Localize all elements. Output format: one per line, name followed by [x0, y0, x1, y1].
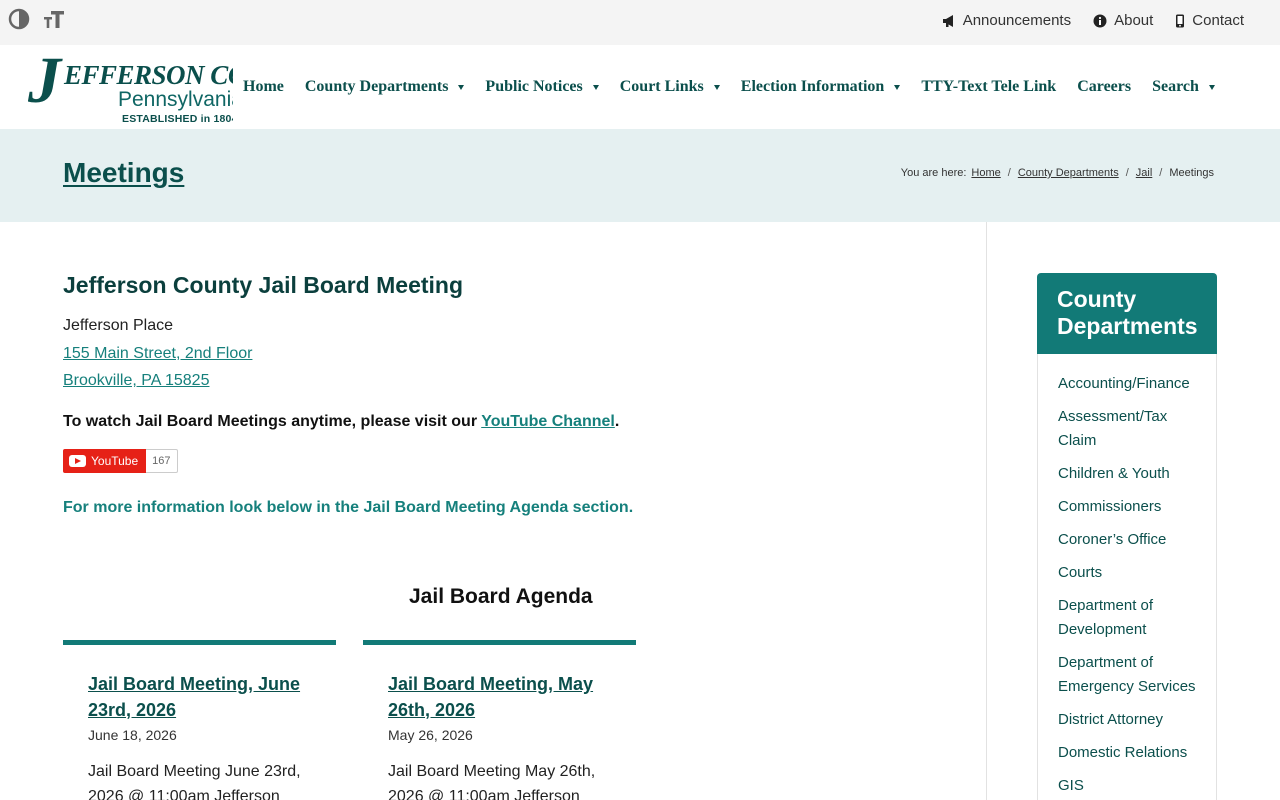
youtube-channel-link[interactable]: YouTube Channel — [481, 413, 615, 430]
megaphone-icon — [942, 14, 953, 27]
sidebar-item-gis[interactable]: GIS — [1058, 774, 1208, 798]
nav-item-court-links[interactable]: Court Links — [620, 78, 720, 96]
breadcrumb-prefix: You are here: — [900, 167, 967, 179]
watch-text: To watch Jail Board Meetings anytime, pl… — [63, 413, 619, 431]
caret-down-icon — [1208, 84, 1215, 90]
nav-item-county-departments[interactable]: County Departments — [305, 78, 465, 96]
logo-established: ESTABLISHED in 1804 — [122, 113, 233, 125]
caret-down-icon — [894, 84, 901, 90]
county-logo[interactable]: J EFFERSON CO Pennsylvania ESTABLISHED i… — [28, 52, 233, 125]
text-size-icon[interactable] — [41, 6, 67, 32]
phone-icon — [1176, 14, 1185, 27]
breadcrumb-current: Meetings — [1169, 167, 1214, 179]
caret-down-icon — [592, 84, 599, 90]
breadcrumb-home[interactable]: Home — [971, 167, 1000, 179]
caret-down-icon — [458, 84, 465, 90]
meeting-heading: Jefferson County Jail Board Meeting — [63, 272, 464, 298]
agenda-title: Jail Board Agenda — [409, 585, 593, 608]
sidebar-divider — [986, 222, 987, 800]
nav-label: Election Information — [740, 78, 885, 95]
sidebar-item-department-of-emergency-services[interactable]: Department of Emergency Services — [1058, 651, 1208, 699]
logo-name: EFFERSON CO — [64, 60, 233, 90]
breadcrumb-county-departments[interactable]: County Departments — [1018, 167, 1119, 179]
nav-label: Home — [243, 78, 284, 95]
agenda-card-excerpt: Jail Board Meeting May 26th, 2026 @ 11:0… — [388, 763, 596, 800]
contact-link[interactable]: Contact — [1175, 12, 1244, 29]
sidebar-item-accounting-finance[interactable]: Accounting/Finance — [1058, 372, 1208, 396]
page-title[interactable]: Meetings — [63, 157, 184, 189]
nav-label: TTY-Text Tele Link — [921, 78, 1057, 95]
sidebar-item-children-youth[interactable]: Children & Youth — [1058, 462, 1208, 486]
agenda-card-excerpt: Jail Board Meeting June 23rd, 2026 @ 11:… — [88, 763, 301, 800]
sidebar-title: County Departments — [1057, 286, 1198, 339]
contact-label: Contact — [1192, 12, 1244, 29]
main-nav: Home County Departments Public Notices C… — [243, 78, 1236, 96]
address-city-link[interactable]: Brookville, PA 15825 — [63, 372, 209, 390]
youtube-play-icon — [69, 455, 86, 467]
agenda-card: Jail Board Meeting, May 26th, 2026 May 2… — [363, 640, 636, 800]
nav-item-tty-text-tele-link[interactable]: TTY-Text Tele Link — [921, 78, 1056, 96]
nav-label: Public Notices — [485, 78, 583, 95]
sidebar-item-district-attorney[interactable]: District Attorney — [1058, 708, 1208, 732]
site-header: J EFFERSON CO Pennsylvania ESTABLISHED i… — [0, 45, 1280, 129]
youtube-button-label: YouTube — [91, 454, 139, 468]
sidebar-item-coroners-office[interactable]: Coroner’s Office — [1058, 528, 1208, 552]
page-title-band: Meetings You are here: Home / County Dep… — [0, 129, 1280, 222]
address-place: Jefferson Place — [63, 317, 173, 334]
nav-label: County Departments — [304, 78, 449, 95]
announcements-link[interactable]: Announcements — [942, 12, 1071, 29]
sidebar-item-courts[interactable]: Courts — [1058, 561, 1208, 585]
utility-bar: Announcements About Contact — [0, 0, 1280, 45]
watch-text-end: . — [614, 413, 620, 430]
sidebar-item-assessment-tax-claim[interactable]: Assessment/Tax Claim — [1058, 405, 1208, 453]
sidebar-department-list: Accounting/Finance Assessment/Tax Claim … — [1037, 354, 1217, 800]
nav-item-election-information[interactable]: Election Information — [741, 78, 901, 96]
youtube-button-label-area: YouTube — [63, 449, 147, 473]
contrast-toggle-icon[interactable] — [6, 6, 32, 32]
nav-label: Careers — [1077, 78, 1132, 95]
breadcrumb: You are here: Home / County Departments … — [901, 167, 1214, 179]
utility-links: Announcements About Contact — [942, 12, 1244, 29]
logo-state: Pennsylvania — [118, 88, 233, 111]
info-icon — [1093, 14, 1107, 27]
watch-text-body: To watch Jail Board Meetings anytime, pl… — [63, 413, 478, 430]
about-label: About — [1114, 12, 1154, 29]
breadcrumb-separator: / — [1159, 167, 1163, 179]
sidebar-item-commissioners[interactable]: Commissioners — [1058, 495, 1208, 519]
nav-item-public-notices[interactable]: Public Notices — [485, 78, 599, 96]
breadcrumb-separator: / — [1125, 167, 1129, 179]
announcements-label: Announcements — [962, 12, 1072, 29]
breadcrumb-separator: / — [1007, 167, 1011, 179]
nav-label: Court Links — [619, 78, 704, 95]
youtube-subscribe-button[interactable]: YouTube 167 — [63, 449, 178, 473]
agenda-card-date: June 18, 2026 — [88, 727, 177, 743]
agenda-card-title-link[interactable]: Jail Board Meeting, May 26th, 2026 — [388, 671, 618, 723]
about-link[interactable]: About — [1093, 12, 1153, 29]
breadcrumb-jail[interactable]: Jail — [1136, 167, 1153, 179]
nav-item-search[interactable]: Search — [1152, 78, 1215, 96]
nav-item-home[interactable]: Home — [243, 78, 284, 96]
agenda-card: Jail Board Meeting, June 23rd, 2026 June… — [63, 640, 336, 800]
main-content: Jefferson County Jail Board Meeting Jeff… — [63, 222, 953, 800]
youtube-subscriber-count: 167 — [146, 449, 178, 473]
caret-down-icon — [713, 84, 720, 90]
logo-initial: J — [28, 52, 61, 117]
sidebar-header: County Departments — [1037, 273, 1217, 354]
more-info-text: For more information look below in the J… — [63, 499, 634, 516]
agenda-card-date: May 26, 2026 — [388, 727, 473, 743]
sidebar-item-department-of-development[interactable]: Department of Development — [1058, 594, 1208, 642]
agenda-card-title-link[interactable]: Jail Board Meeting, June 23rd, 2026 — [88, 671, 318, 723]
sidebar-item-domestic-relations[interactable]: Domestic Relations — [1058, 741, 1208, 765]
address-street-link[interactable]: 155 Main Street, 2nd Floor — [63, 345, 252, 363]
nav-label: Search — [1152, 78, 1199, 95]
nav-item-careers[interactable]: Careers — [1077, 78, 1131, 96]
